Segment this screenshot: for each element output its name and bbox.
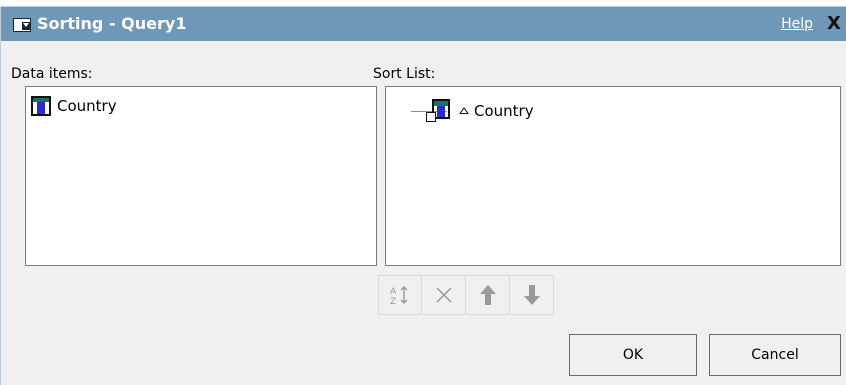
cancel-button[interactable]: Cancel bbox=[709, 334, 841, 376]
data-items-label: Data items: bbox=[11, 66, 93, 82]
ok-button[interactable]: OK bbox=[569, 334, 697, 376]
help-link[interactable]: Help bbox=[781, 16, 813, 32]
list-item[interactable]: Country bbox=[31, 96, 117, 116]
sort-list[interactable]: Country bbox=[385, 86, 841, 266]
svg-text:Z: Z bbox=[390, 297, 396, 306]
svg-text:A: A bbox=[390, 287, 397, 297]
dialog-title: Sorting - Query1 bbox=[37, 14, 187, 33]
sorting-dialog: Sorting - Query1 Help X Data items: Coun… bbox=[0, 6, 846, 385]
move-up-button[interactable] bbox=[466, 275, 510, 315]
close-button[interactable]: X bbox=[821, 13, 846, 35]
sort-toolbar: A Z bbox=[378, 275, 554, 315]
column-icon bbox=[31, 96, 51, 116]
dialog-titlebar[interactable]: Sorting - Query1 Help X bbox=[1, 7, 846, 41]
move-down-button[interactable] bbox=[510, 275, 554, 315]
sort-order-button[interactable]: A Z bbox=[378, 275, 422, 315]
sorted-column-icon bbox=[426, 99, 452, 125]
ascending-icon bbox=[459, 107, 469, 114]
sort-az-icon: A Z bbox=[390, 285, 408, 306]
delete-button[interactable] bbox=[422, 275, 466, 315]
sort-list-label: Sort List: bbox=[373, 66, 436, 82]
arrow-up-icon bbox=[479, 285, 496, 305]
delete-x-icon bbox=[435, 287, 452, 303]
sort-item-label: Country bbox=[474, 102, 534, 120]
data-items-list[interactable]: Country bbox=[25, 86, 377, 266]
window-menu-icon[interactable] bbox=[13, 18, 31, 32]
sort-list-item[interactable]: Country bbox=[386, 87, 566, 131]
data-item-label: Country bbox=[57, 97, 117, 115]
arrow-down-icon bbox=[523, 285, 540, 305]
